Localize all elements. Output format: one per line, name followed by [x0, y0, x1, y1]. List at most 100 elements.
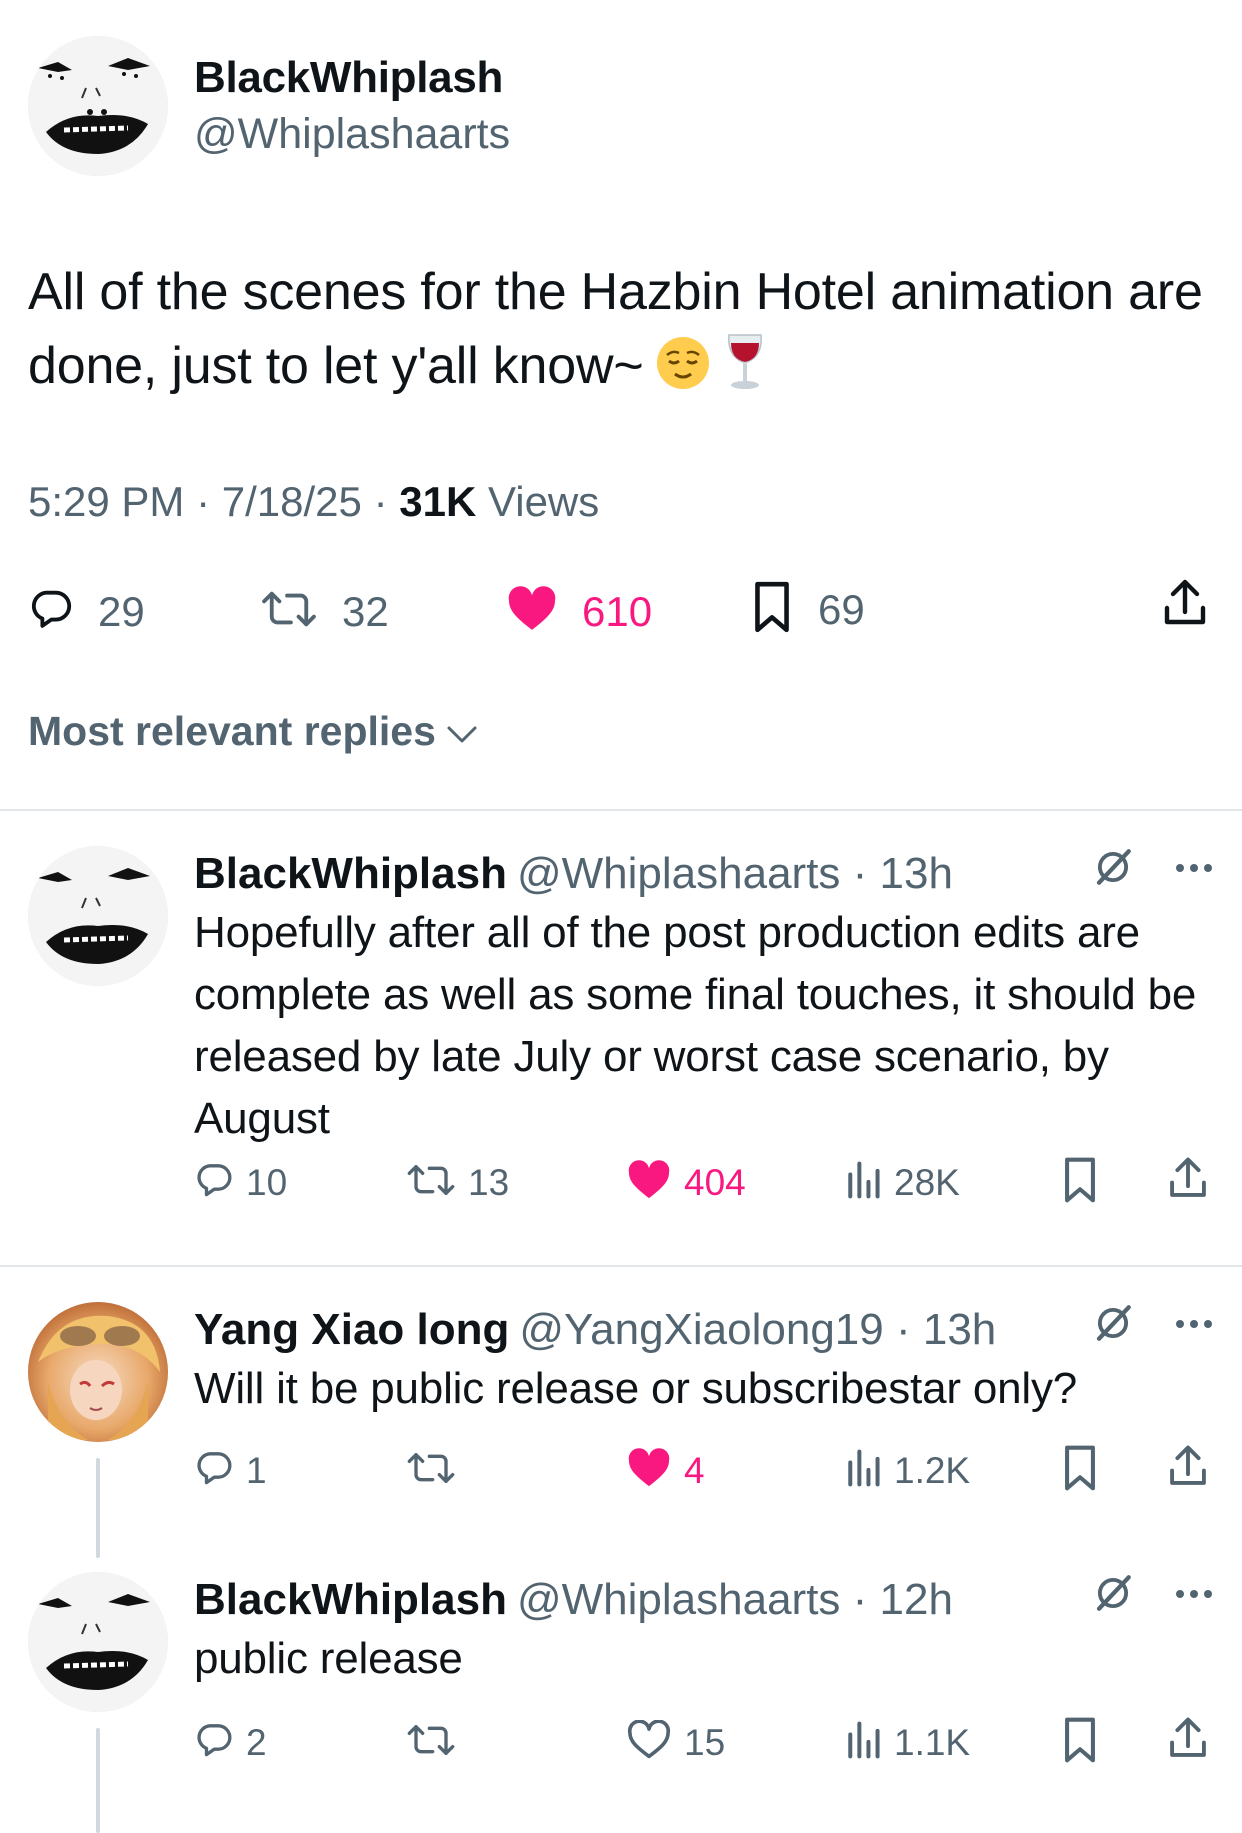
repost-icon	[406, 1720, 456, 1765]
reply-author-name[interactable]: Yang Xiao long	[194, 1305, 509, 1354]
chevron-down-icon	[436, 708, 478, 755]
views-button[interactable]: 28K	[844, 1160, 960, 1205]
share-icon	[1166, 1444, 1210, 1495]
heart-filled-icon	[626, 1160, 672, 1205]
heart-filled-icon	[506, 586, 558, 637]
analytics-icon	[844, 1448, 882, 1493]
sort-label: Most relevant replies	[28, 708, 436, 754]
reply-count: 1	[246, 1449, 267, 1491]
reply-author-handle[interactable]: @Whiplashaarts	[517, 1575, 840, 1624]
repost-count: 32	[342, 587, 389, 635]
grok-icon[interactable]	[1092, 846, 1134, 893]
replies-sort-dropdown[interactable]: Most relevant replies	[28, 708, 478, 755]
bookmark-icon	[1060, 1156, 1100, 1209]
thread-connector	[96, 1728, 100, 1833]
like-button[interactable]: 4	[626, 1448, 705, 1493]
share-button[interactable]	[1160, 578, 1210, 635]
like-button[interactable]: 610	[506, 586, 652, 637]
reply-button[interactable]: 1	[194, 1448, 267, 1493]
more-options-icon[interactable]	[1174, 861, 1214, 879]
reply-avatar[interactable]	[28, 846, 168, 986]
views-count[interactable]: 31K	[399, 478, 476, 525]
reply-icon	[194, 1160, 234, 1205]
bookmark-button[interactable]	[1060, 1444, 1100, 1497]
wine-glass-emoji	[723, 331, 767, 411]
author-avatar[interactable]	[28, 36, 168, 176]
reply-text: Will it be public release or subscribest…	[194, 1364, 1078, 1413]
reply-content: Yang Xiao long @YangXiaolong19 · 13h Will…	[194, 1302, 1214, 1420]
post-detail-page: BlackWhiplash @Whiplashaarts All of the …	[0, 0, 1242, 1833]
reply-author-handle[interactable]: @Whiplashaarts	[517, 849, 840, 898]
tweet-meta: 5:29 PM · 7/18/25 · 31K Views	[28, 478, 599, 526]
tweet-text: All of the scenes for the Hazbin Hotel a…	[28, 255, 1218, 411]
reply-header-icons	[1092, 1572, 1214, 1619]
repost-icon	[406, 1448, 456, 1493]
heart-filled-icon	[626, 1448, 672, 1493]
bookmark-icon	[1060, 1716, 1100, 1769]
reply-button[interactable]: 29	[28, 586, 145, 637]
views-button[interactable]: 1.2K	[844, 1448, 970, 1493]
reply-count: 29	[98, 587, 145, 635]
views-label: Views	[487, 478, 600, 525]
reply-author-name[interactable]: BlackWhiplash	[194, 849, 507, 898]
share-icon	[1160, 578, 1210, 635]
author-name-block: BlackWhiplash @Whiplashaarts	[194, 50, 510, 162]
main-tweet-header: BlackWhiplash @Whiplashaarts	[28, 36, 510, 176]
more-options-icon[interactable]	[1174, 1317, 1214, 1335]
repost-icon	[260, 586, 318, 637]
main-tweet-actions: 29 32 610 69	[28, 578, 1218, 648]
more-options-icon[interactable]	[1174, 1587, 1214, 1605]
analytics-icon	[844, 1160, 882, 1205]
reply-time[interactable]: · 12h	[853, 1575, 953, 1624]
reply-avatar[interactable]	[28, 1302, 168, 1442]
like-count: 610	[582, 587, 653, 635]
reply-actions: 2 15 1.1K	[194, 1716, 1214, 1772]
reply-count: 2	[246, 1721, 267, 1763]
reply-button[interactable]: 10	[194, 1160, 287, 1205]
like-count: 4	[684, 1449, 705, 1491]
reply-header: Yang Xiao long @YangXiaolong19 · 13h	[194, 1302, 1214, 1358]
meta-separator: ·	[196, 478, 211, 525]
views-count: 28K	[894, 1161, 960, 1203]
bookmark-icon	[750, 580, 794, 639]
bookmark-button[interactable]	[1060, 1156, 1100, 1209]
reply-avatar[interactable]	[28, 1572, 168, 1712]
reply-text: public release	[194, 1634, 463, 1683]
reply-author-handle[interactable]: @YangXiaolong19	[519, 1305, 883, 1354]
author-handle[interactable]: @Whiplashaarts	[194, 106, 510, 162]
repost-icon	[406, 1160, 456, 1205]
reply-header: BlackWhiplash @Whiplashaarts · 13h	[194, 846, 1214, 902]
relieved-face-emoji	[655, 335, 711, 411]
heart-outline-icon	[626, 1719, 672, 1765]
share-button[interactable]	[1166, 1156, 1210, 1207]
grok-icon[interactable]	[1092, 1572, 1134, 1619]
bookmark-button[interactable]	[1060, 1716, 1100, 1769]
author-display-name[interactable]: BlackWhiplash	[194, 50, 510, 106]
reply-time[interactable]: · 13h	[896, 1305, 996, 1354]
bookmark-button[interactable]: 69	[750, 580, 865, 639]
thread-connector	[96, 1458, 100, 1558]
tweet-time[interactable]: 5:29 PM	[28, 478, 184, 525]
views-count: 1.1K	[894, 1721, 971, 1763]
repost-button[interactable]	[406, 1448, 456, 1493]
bookmark-icon	[1060, 1444, 1100, 1497]
repost-button[interactable]	[406, 1720, 456, 1765]
share-button[interactable]	[1166, 1716, 1210, 1767]
tweet-date[interactable]: 7/18/25	[222, 478, 362, 525]
like-count: 15	[684, 1721, 726, 1763]
section-divider	[0, 809, 1242, 811]
like-button[interactable]: 404	[626, 1160, 746, 1205]
share-button[interactable]	[1166, 1444, 1210, 1495]
repost-button[interactable]: 13	[406, 1160, 509, 1205]
grok-icon[interactable]	[1092, 1302, 1134, 1349]
like-button[interactable]: 15	[626, 1719, 726, 1765]
reply-button[interactable]: 2	[194, 1720, 267, 1765]
reply-content: BlackWhiplash @Whiplashaarts · 13h Hopefu…	[194, 846, 1214, 1150]
reply-author-name[interactable]: BlackWhiplash	[194, 1575, 507, 1624]
views-button[interactable]: 1.1K	[844, 1720, 970, 1765]
views-count: 1.2K	[894, 1449, 971, 1491]
repost-button[interactable]: 32	[260, 586, 389, 637]
reply-text: Hopefully after all of the post producti…	[194, 908, 1197, 1143]
reply-time[interactable]: · 13h	[853, 849, 953, 898]
like-count: 404	[684, 1161, 746, 1203]
